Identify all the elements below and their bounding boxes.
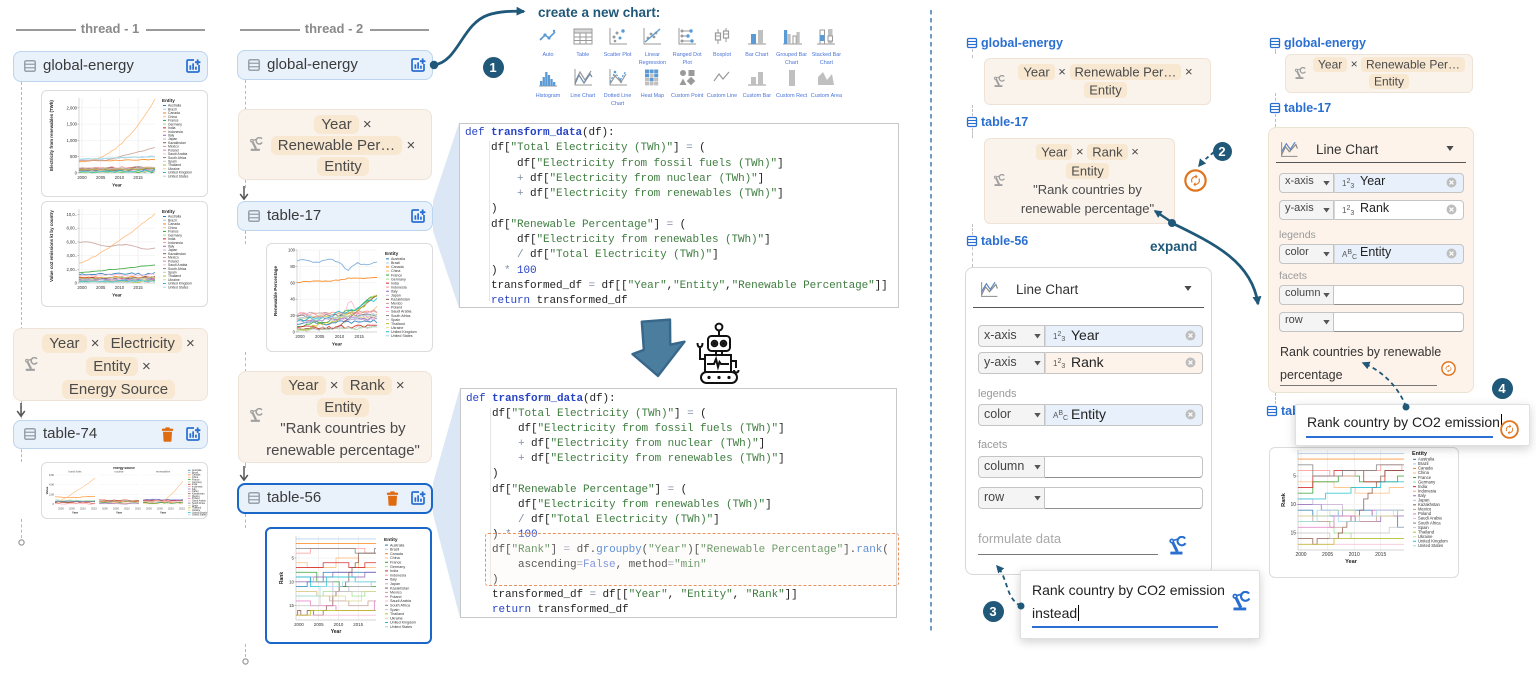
svg-text:2010: 2010 [335, 334, 345, 339]
svg-text:20: 20 [290, 313, 295, 318]
svg-text:100: 100 [288, 248, 296, 253]
svg-text:2015: 2015 [133, 285, 143, 290]
svg-text:2000: 2000 [77, 175, 87, 180]
svg-text:15: 15 [289, 603, 294, 608]
svg-text:Value: Value [45, 486, 49, 494]
svg-text:United States: United States [168, 174, 189, 178]
svg-text:Entity: Entity [162, 209, 175, 214]
svg-text:United States: United States [1418, 543, 1443, 548]
svg-text:fossil fuels: fossil fuels [68, 470, 82, 474]
svg-text:1,000: 1,000 [67, 138, 78, 143]
svg-text:2015: 2015 [353, 622, 363, 627]
svg-text:Value co2 emissions kt by coun: Value co2 emissions kt by country [49, 210, 54, 282]
svg-text:4,00..: 4,00.. [67, 253, 77, 258]
svg-text:6,00..: 6,00.. [67, 239, 77, 244]
svg-text:United States: United States [390, 625, 412, 629]
svg-text:40: 40 [290, 297, 295, 302]
svg-text:2010: 2010 [80, 507, 86, 511]
svg-text:2000: 2000 [77, 285, 87, 290]
svg-text:6,00: 6,00 [49, 473, 55, 477]
svg-text:2010: 2010 [168, 507, 174, 511]
svg-text:60: 60 [290, 280, 295, 285]
svg-text:2015: 2015 [135, 507, 141, 511]
svg-text:Rank: Rank [279, 572, 285, 584]
svg-text:Year: Year [112, 293, 122, 298]
svg-text:2005: 2005 [96, 175, 106, 180]
svg-text:2010: 2010 [124, 507, 130, 511]
svg-text:2,00: 2,00 [49, 492, 55, 496]
svg-text:2000: 2000 [1295, 552, 1306, 558]
svg-text:2010: 2010 [115, 175, 125, 180]
svg-text:2,000: 2,000 [67, 105, 78, 110]
svg-text:United States: United States [168, 285, 189, 289]
svg-text:renewables: renewables [156, 470, 171, 474]
svg-text:Electricity from renewables (T: Electricity from renewables (TWh) [49, 100, 54, 171]
svg-text:2005: 2005 [315, 334, 325, 339]
svg-text:United States: United States [391, 334, 413, 338]
svg-text:Year: Year [116, 510, 123, 514]
svg-text:2015: 2015 [133, 175, 143, 180]
svg-text:2010: 2010 [115, 285, 125, 290]
svg-text:2000: 2000 [146, 507, 152, 511]
svg-text:2005: 2005 [314, 622, 324, 627]
svg-text:2010: 2010 [1349, 552, 1360, 558]
svg-text:2015: 2015 [1375, 552, 1386, 558]
svg-text:Entity: Entity [162, 98, 175, 103]
svg-text:2010: 2010 [334, 622, 344, 627]
svg-text:Year: Year [332, 342, 342, 348]
svg-text:Rank: Rank [1281, 492, 1287, 507]
svg-text:Year: Year [331, 629, 342, 635]
svg-text:nuclear: nuclear [114, 470, 123, 474]
svg-text:United States: United States [192, 514, 207, 517]
svg-text:10,0..: 10,0.. [67, 212, 77, 217]
svg-text:0: 0 [53, 502, 55, 506]
svg-text:Year: Year [1345, 559, 1358, 565]
svg-text:500: 500 [70, 154, 78, 159]
svg-text:5: 5 [292, 556, 295, 561]
svg-text:Renewable Percentage: Renewable Percentage [273, 266, 278, 316]
svg-text:2015: 2015 [91, 507, 97, 511]
svg-text:Year: Year [112, 183, 122, 188]
svg-text:15: 15 [1290, 531, 1296, 537]
svg-text:2000: 2000 [102, 507, 108, 511]
svg-text:Year: Year [72, 510, 79, 514]
svg-text:5: 5 [1293, 474, 1296, 480]
svg-text:Entity: Entity [384, 537, 398, 543]
svg-text:2,00..: 2,00.. [67, 267, 77, 272]
svg-text:4,00: 4,00 [49, 483, 55, 487]
svg-text:80: 80 [290, 264, 295, 269]
svg-text:2000: 2000 [294, 622, 304, 627]
svg-text:Year: Year [160, 510, 167, 514]
svg-text:8,00..: 8,00.. [67, 226, 77, 231]
svg-text:10: 10 [1290, 502, 1296, 508]
svg-text:2000: 2000 [58, 507, 64, 511]
svg-text:2005: 2005 [96, 285, 106, 290]
svg-text:2000: 2000 [295, 334, 305, 339]
svg-text:2015: 2015 [355, 334, 365, 339]
svg-text:1,500: 1,500 [67, 122, 78, 127]
svg-text:10: 10 [289, 579, 294, 584]
svg-text:2005: 2005 [1322, 552, 1333, 558]
svg-text:2015: 2015 [179, 507, 185, 511]
